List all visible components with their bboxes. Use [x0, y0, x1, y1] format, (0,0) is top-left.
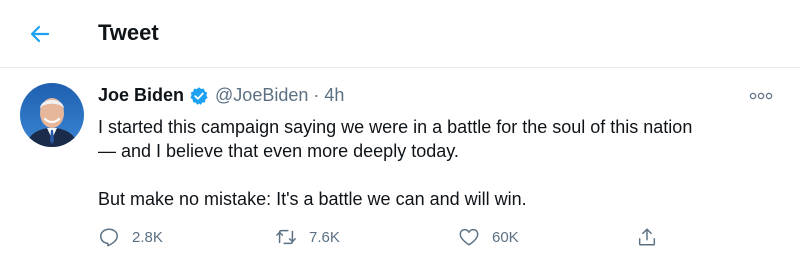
- more-options-button[interactable]: [748, 88, 774, 104]
- like-button[interactable]: 60K: [458, 226, 519, 248]
- reply-button[interactable]: 2.8K: [98, 226, 163, 248]
- avatar[interactable]: [20, 83, 84, 147]
- share-icon: [636, 226, 658, 248]
- tweet-text-line: But make no mistake: It's a battle we ca…: [98, 189, 527, 209]
- retweet-count: 7.6K: [309, 228, 340, 246]
- verified-badge-icon: [189, 86, 209, 106]
- back-button[interactable]: [22, 18, 58, 50]
- tweet-meta: Joe Biden @JoeBiden · 4h: [98, 85, 344, 106]
- tweet-timestamp[interactable]: 4h: [324, 85, 344, 106]
- author-name[interactable]: Joe Biden: [98, 85, 184, 106]
- reply-icon: [98, 226, 120, 248]
- header-bar: Tweet: [0, 0, 800, 67]
- tweet-text-line: — and I believe that even more deeply to…: [98, 141, 459, 161]
- tweet-text: I started this campaign saying we were i…: [98, 115, 788, 211]
- author-handle[interactable]: @JoeBiden: [215, 85, 308, 106]
- reply-count: 2.8K: [132, 228, 163, 246]
- share-button[interactable]: [636, 226, 658, 248]
- retweet-icon: [275, 226, 297, 248]
- arrow-left-icon: [30, 25, 50, 43]
- page-title: Tweet: [98, 20, 159, 45]
- tweet-card: Joe Biden @JoeBiden · 4h I started this …: [0, 68, 800, 265]
- tweet-actions: 2.8K 7.6K 60K: [98, 226, 698, 252]
- tweet-text-line: I started this campaign saying we were i…: [98, 117, 693, 137]
- heart-icon: [458, 226, 480, 248]
- more-options-icon: [749, 92, 773, 100]
- like-count: 60K: [492, 228, 519, 246]
- meta-separator: ·: [313, 85, 320, 105]
- retweet-button[interactable]: 7.6K: [275, 226, 340, 248]
